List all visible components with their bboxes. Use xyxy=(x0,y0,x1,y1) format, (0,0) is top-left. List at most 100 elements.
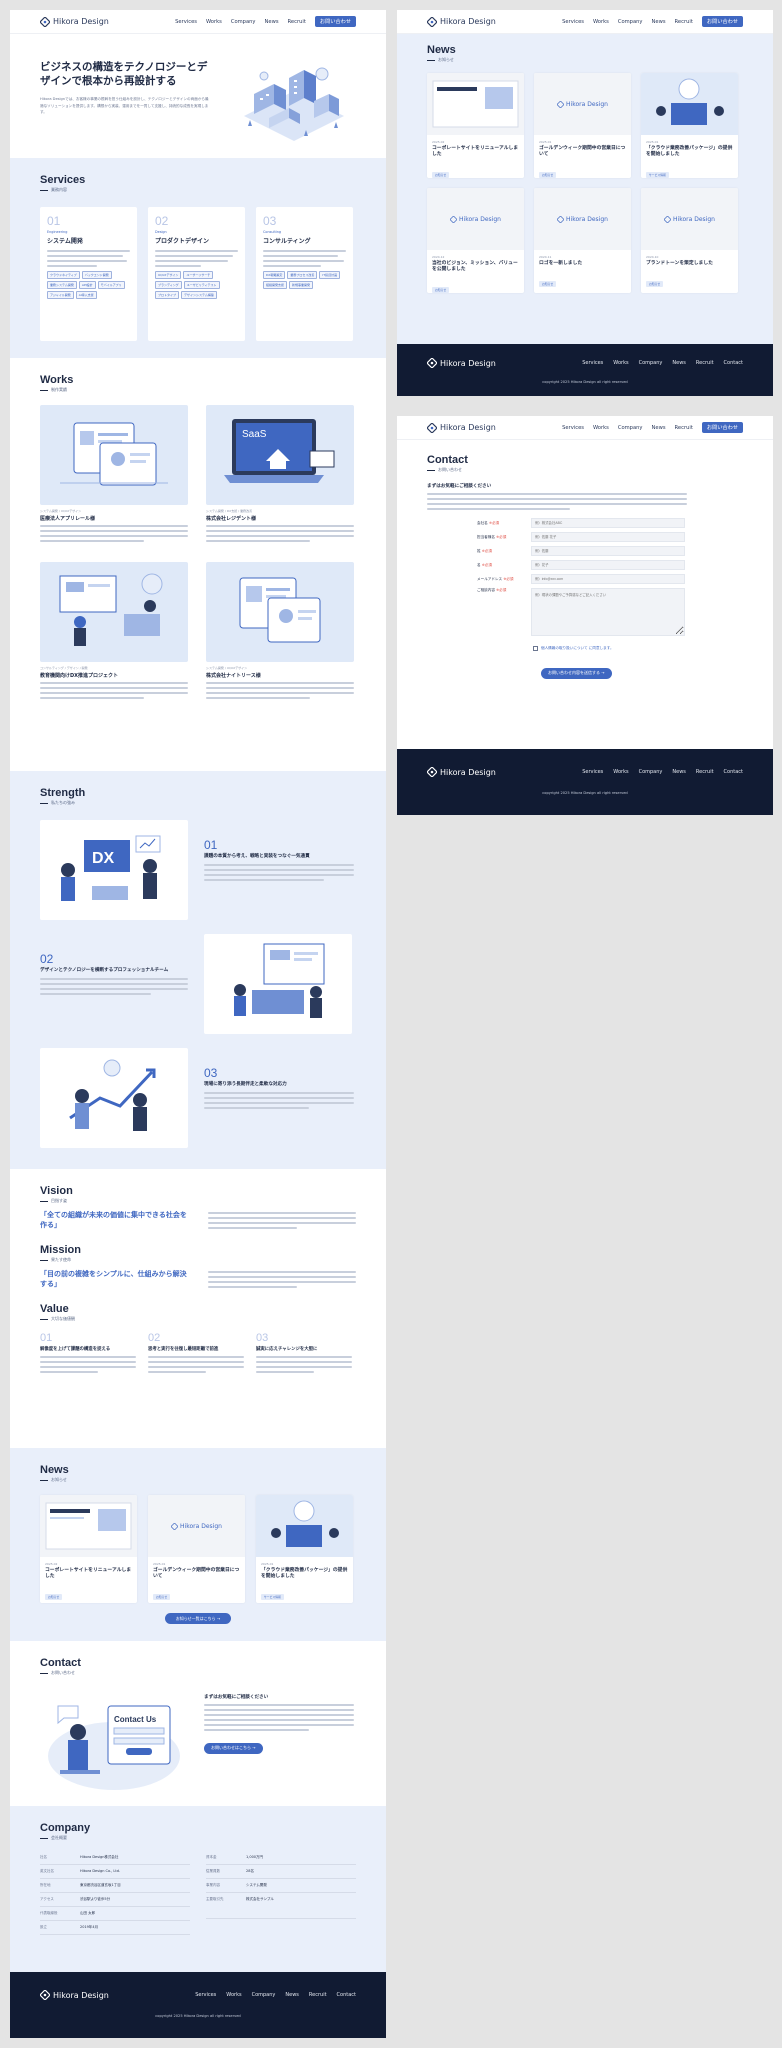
news-card[interactable]: Hikora Design 2024.11 ロゴを一新しました お知らせ xyxy=(534,188,631,293)
footer-nav-contact[interactable]: Contact xyxy=(724,360,743,366)
footer-nav-news[interactable]: News xyxy=(672,769,686,775)
footer-nav-services[interactable]: Services xyxy=(582,769,603,775)
footer-nav-company[interactable]: Company xyxy=(639,360,663,366)
company-info-value: 28名 xyxy=(246,1869,254,1873)
footer-nav: Services Works Company News Recruit Contact xyxy=(582,769,743,775)
contact-button[interactable]: お問い合わせはこちら → xyxy=(204,1742,263,1754)
works-subtitle: 制作実績 xyxy=(40,387,356,393)
company-info-row: 所在地 東京都渋谷区道玄坂1丁目 xyxy=(40,1879,190,1893)
work-card[interactable]: システム開発 / UI/UXデザイン 株式会社ナイトリース様 xyxy=(206,562,354,702)
value-number: 02 xyxy=(148,1332,161,1344)
email-input[interactable] xyxy=(531,574,685,584)
footer-nav-recruit[interactable]: Recruit xyxy=(696,360,714,366)
text-placeholder xyxy=(208,1227,297,1229)
footer-nav-services[interactable]: Services xyxy=(582,360,603,366)
site-logo[interactable]: Hikora Design xyxy=(40,16,109,27)
nav-services[interactable]: Services xyxy=(562,425,584,431)
strength-item: 03 現場に寄り添う長期伴走と柔軟な対応力 xyxy=(40,1048,356,1148)
placeholder-logo: Hikora Design xyxy=(664,215,715,223)
news-card[interactable]: Hikora Design 2025.01 ゴールデンウィーク期間中の営業日につい… xyxy=(534,73,631,178)
nav-news[interactable]: News xyxy=(652,19,666,25)
news-card[interactable]: 2025.02 コーポレートサイトをリニューアルしました お知らせ xyxy=(40,1495,137,1603)
nav-services[interactable]: Services xyxy=(175,19,197,25)
nav-contact-button[interactable]: お問い合わせ xyxy=(314,16,356,27)
nav-works[interactable]: Works xyxy=(593,425,609,431)
footer-nav-works[interactable]: Works xyxy=(613,769,628,775)
privacy-checkbox[interactable] xyxy=(533,646,538,651)
footer-nav-services[interactable]: Services xyxy=(195,1992,216,1998)
nav-news[interactable]: News xyxy=(652,425,666,431)
nav-company[interactable]: Company xyxy=(231,19,256,25)
nav-works[interactable]: Works xyxy=(206,19,222,25)
news-card[interactable]: Hikora Design 2024.10 ブランドトーンを策定しました お知らせ xyxy=(641,188,738,293)
footer-nav-contact[interactable]: Contact xyxy=(337,1992,356,1998)
work-title: 株式会社レジデント様 xyxy=(206,516,257,522)
message-textarea[interactable] xyxy=(531,588,685,636)
footer-nav-works[interactable]: Works xyxy=(613,360,628,366)
logo-icon xyxy=(557,100,565,108)
contact-person-input[interactable] xyxy=(531,532,685,542)
footer-nav-news[interactable]: News xyxy=(285,1992,299,1998)
service-category: Consulting xyxy=(263,230,282,234)
text-placeholder xyxy=(47,260,127,262)
service-card[interactable]: 01 Engineering システム開発 クラウドネイティブ バックエンド開発業… xyxy=(40,207,137,341)
footer-nav-company[interactable]: Company xyxy=(639,769,663,775)
news-card[interactable]: 2025.01 「クラウド業務改善パッケージ」の提供を開始しました サービス情報 xyxy=(641,73,738,178)
news-card[interactable]: Hikora Design 2025.01 ゴールデンウィーク期間中の営業日につ… xyxy=(148,1495,245,1603)
dx-label: DX xyxy=(92,850,115,867)
service-tag: クラウドネイティブ xyxy=(47,271,80,279)
footer-nav-news[interactable]: News xyxy=(672,360,686,366)
hero-section: ビジネスの構造をテクノロジーとデザインで根本から再設計する Hikora Des… xyxy=(10,34,386,158)
service-tag: プロトタイプ xyxy=(155,291,180,299)
nav-contact-button[interactable]: お問い合わせ xyxy=(701,422,743,433)
text-placeholder xyxy=(256,1366,352,1368)
service-card[interactable]: 03 Consulting コンサルティング DX戦略策定 業務プロセス改善 IT投… xyxy=(256,207,353,341)
footer-nav-recruit[interactable]: Recruit xyxy=(309,1992,327,1998)
company-info-left: 社名 Hikora Design株式会社 英文社名 Hikora Design Co… xyxy=(40,1851,190,1935)
footer-logo[interactable]: Hikora Design xyxy=(427,767,496,777)
footer-logo[interactable]: Hikora Design xyxy=(40,1990,109,2000)
nav-contact-button[interactable]: お問い合わせ xyxy=(701,16,743,27)
news-date: 2025.01 xyxy=(646,140,659,144)
news-tag: サービス情報 xyxy=(646,172,669,178)
nav-company[interactable]: Company xyxy=(618,425,643,431)
footer-logo[interactable]: Hikora Design xyxy=(427,358,496,368)
privacy-label[interactable]: 個人情報の取り扱いについて に同意します。 xyxy=(541,646,614,651)
nav-news[interactable]: News xyxy=(265,19,279,25)
main-nav: Services Works Company News Recruit お問い合… xyxy=(562,16,743,27)
work-card[interactable]: SaaS システム開発 / DX支援 / 業務改善 株式会社レジデント様 xyxy=(206,405,354,545)
footer-nav-recruit[interactable]: Recruit xyxy=(696,769,714,775)
news-tag: お知らせ xyxy=(45,1594,63,1600)
submit-button[interactable]: お問い合わせ内容を送信する → xyxy=(541,667,612,679)
nav-works[interactable]: Works xyxy=(593,19,609,25)
work-card[interactable]: システム開発 / UI/UXデザイン 医療法人アプリレール様 xyxy=(40,405,188,545)
company-subtitle: 会社概要 xyxy=(40,1835,356,1841)
form-row-company: 会社名 ※必須 xyxy=(427,518,743,528)
last-name-input[interactable] xyxy=(531,546,685,556)
company-name-input[interactable] xyxy=(531,518,685,528)
service-card[interactable]: 02 Design プロダクトデザイン UI/UXデザイン ユーザーリサーチ ブラン… xyxy=(148,207,245,341)
text-placeholder xyxy=(206,525,354,527)
work-card[interactable]: コンサルティング / デザイン / 開発 教育機関向けDX推進プロジェクト xyxy=(40,562,188,702)
news-card[interactable]: 2025.01 「クラウド業務改善パッケージ」の提供を開始しました サービス情報 xyxy=(256,1495,353,1603)
footer-nav-contact[interactable]: Contact xyxy=(724,769,743,775)
field-label: 担当者様名 ※必須 xyxy=(477,534,507,539)
company-info-key: 資本金 xyxy=(206,1855,217,1859)
nav-recruit[interactable]: Recruit xyxy=(288,19,306,25)
nav-company[interactable]: Company xyxy=(618,19,643,25)
first-name-input[interactable] xyxy=(531,560,685,570)
text-placeholder xyxy=(206,530,354,532)
news-card[interactable]: Hikora Design 2024.12 当社のビジョン、ミッション、バリューを… xyxy=(427,188,524,293)
logo-text: Hikora Design xyxy=(53,17,109,26)
news-more-button[interactable]: お知らせ一覧はこちら → xyxy=(165,1613,231,1624)
nav-services[interactable]: Services xyxy=(562,19,584,25)
news-card[interactable]: 2025.02 コーポレートサイトをリニューアルしました お知らせ xyxy=(427,73,524,178)
nav-recruit[interactable]: Recruit xyxy=(675,19,693,25)
footer-nav-works[interactable]: Works xyxy=(226,1992,241,1998)
site-logo[interactable]: Hikora Design xyxy=(427,422,496,433)
news-date: 2025.01 xyxy=(261,1562,274,1566)
site-footer: Hikora Design Services Works Company News Re… xyxy=(397,344,773,396)
nav-recruit[interactable]: Recruit xyxy=(675,425,693,431)
footer-nav-company[interactable]: Company xyxy=(252,1992,276,1998)
site-logo[interactable]: Hikora Design xyxy=(427,16,496,27)
